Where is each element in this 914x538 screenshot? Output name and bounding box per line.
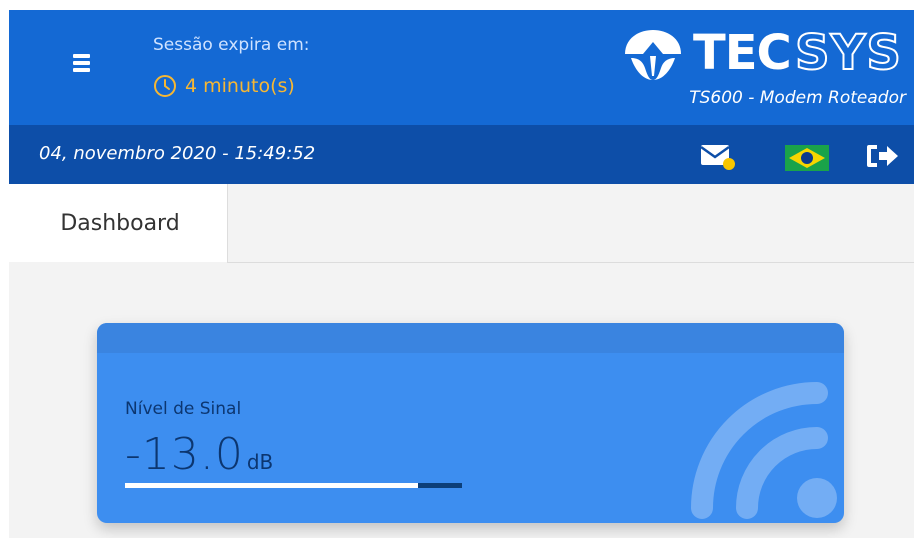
- date-bar: 04, novembro 2020 - 15:49:52: [9, 125, 914, 184]
- current-datetime: 04, novembro 2020 - 15:49:52: [39, 143, 316, 164]
- session-timer: 4 minuto(s): [153, 74, 295, 98]
- signal-level-card: Nível de Sinal -13.0 dB: [97, 323, 844, 523]
- menu-icon-bar: [73, 54, 90, 58]
- signal-progress-bar: [125, 483, 462, 488]
- brazil-flag-icon: [785, 145, 829, 171]
- brand-logo: TEC SYS: [621, 25, 906, 82]
- language-button[interactable]: [785, 145, 829, 171]
- logo-wordmark: SYS: [794, 25, 902, 81]
- session-label: Sessão expira em:: [153, 35, 310, 55]
- card-header: [97, 323, 844, 353]
- wifi-icon: [691, 382, 837, 519]
- clock-icon: [154, 75, 176, 97]
- signal-progress-fill: [125, 483, 419, 488]
- device-subtitle: TS600 - Modem Roteador: [689, 88, 906, 108]
- top-header: Sessão expira em: 4 minuto(s) TEC SYS TS…: [9, 10, 914, 125]
- tab-divider: [227, 262, 914, 263]
- tab-dashboard-label: Dashboard: [60, 210, 180, 236]
- logo-mark-icon: [625, 30, 681, 80]
- logout-button[interactable]: [865, 143, 901, 169]
- signal-value-unit: dB: [246, 450, 274, 474]
- logo-wordmark: TEC: [693, 25, 792, 81]
- menu-icon-bar: [73, 61, 90, 65]
- signal-value: -13.0 dB: [125, 429, 273, 480]
- messages-button[interactable]: [699, 141, 739, 171]
- signal-label: Nível de Sinal: [125, 399, 242, 419]
- signal-value-number: -13.0: [125, 429, 244, 480]
- logout-icon: [867, 145, 898, 167]
- tab-dashboard[interactable]: Dashboard: [9, 184, 228, 262]
- app-window: Sessão expira em: 4 minuto(s) TEC SYS TS…: [9, 10, 914, 538]
- menu-icon-bar: [73, 68, 90, 72]
- menu-button[interactable]: [73, 54, 95, 74]
- session-timer-value: 4 minuto(s): [185, 75, 295, 97]
- mail-icon: [700, 145, 735, 170]
